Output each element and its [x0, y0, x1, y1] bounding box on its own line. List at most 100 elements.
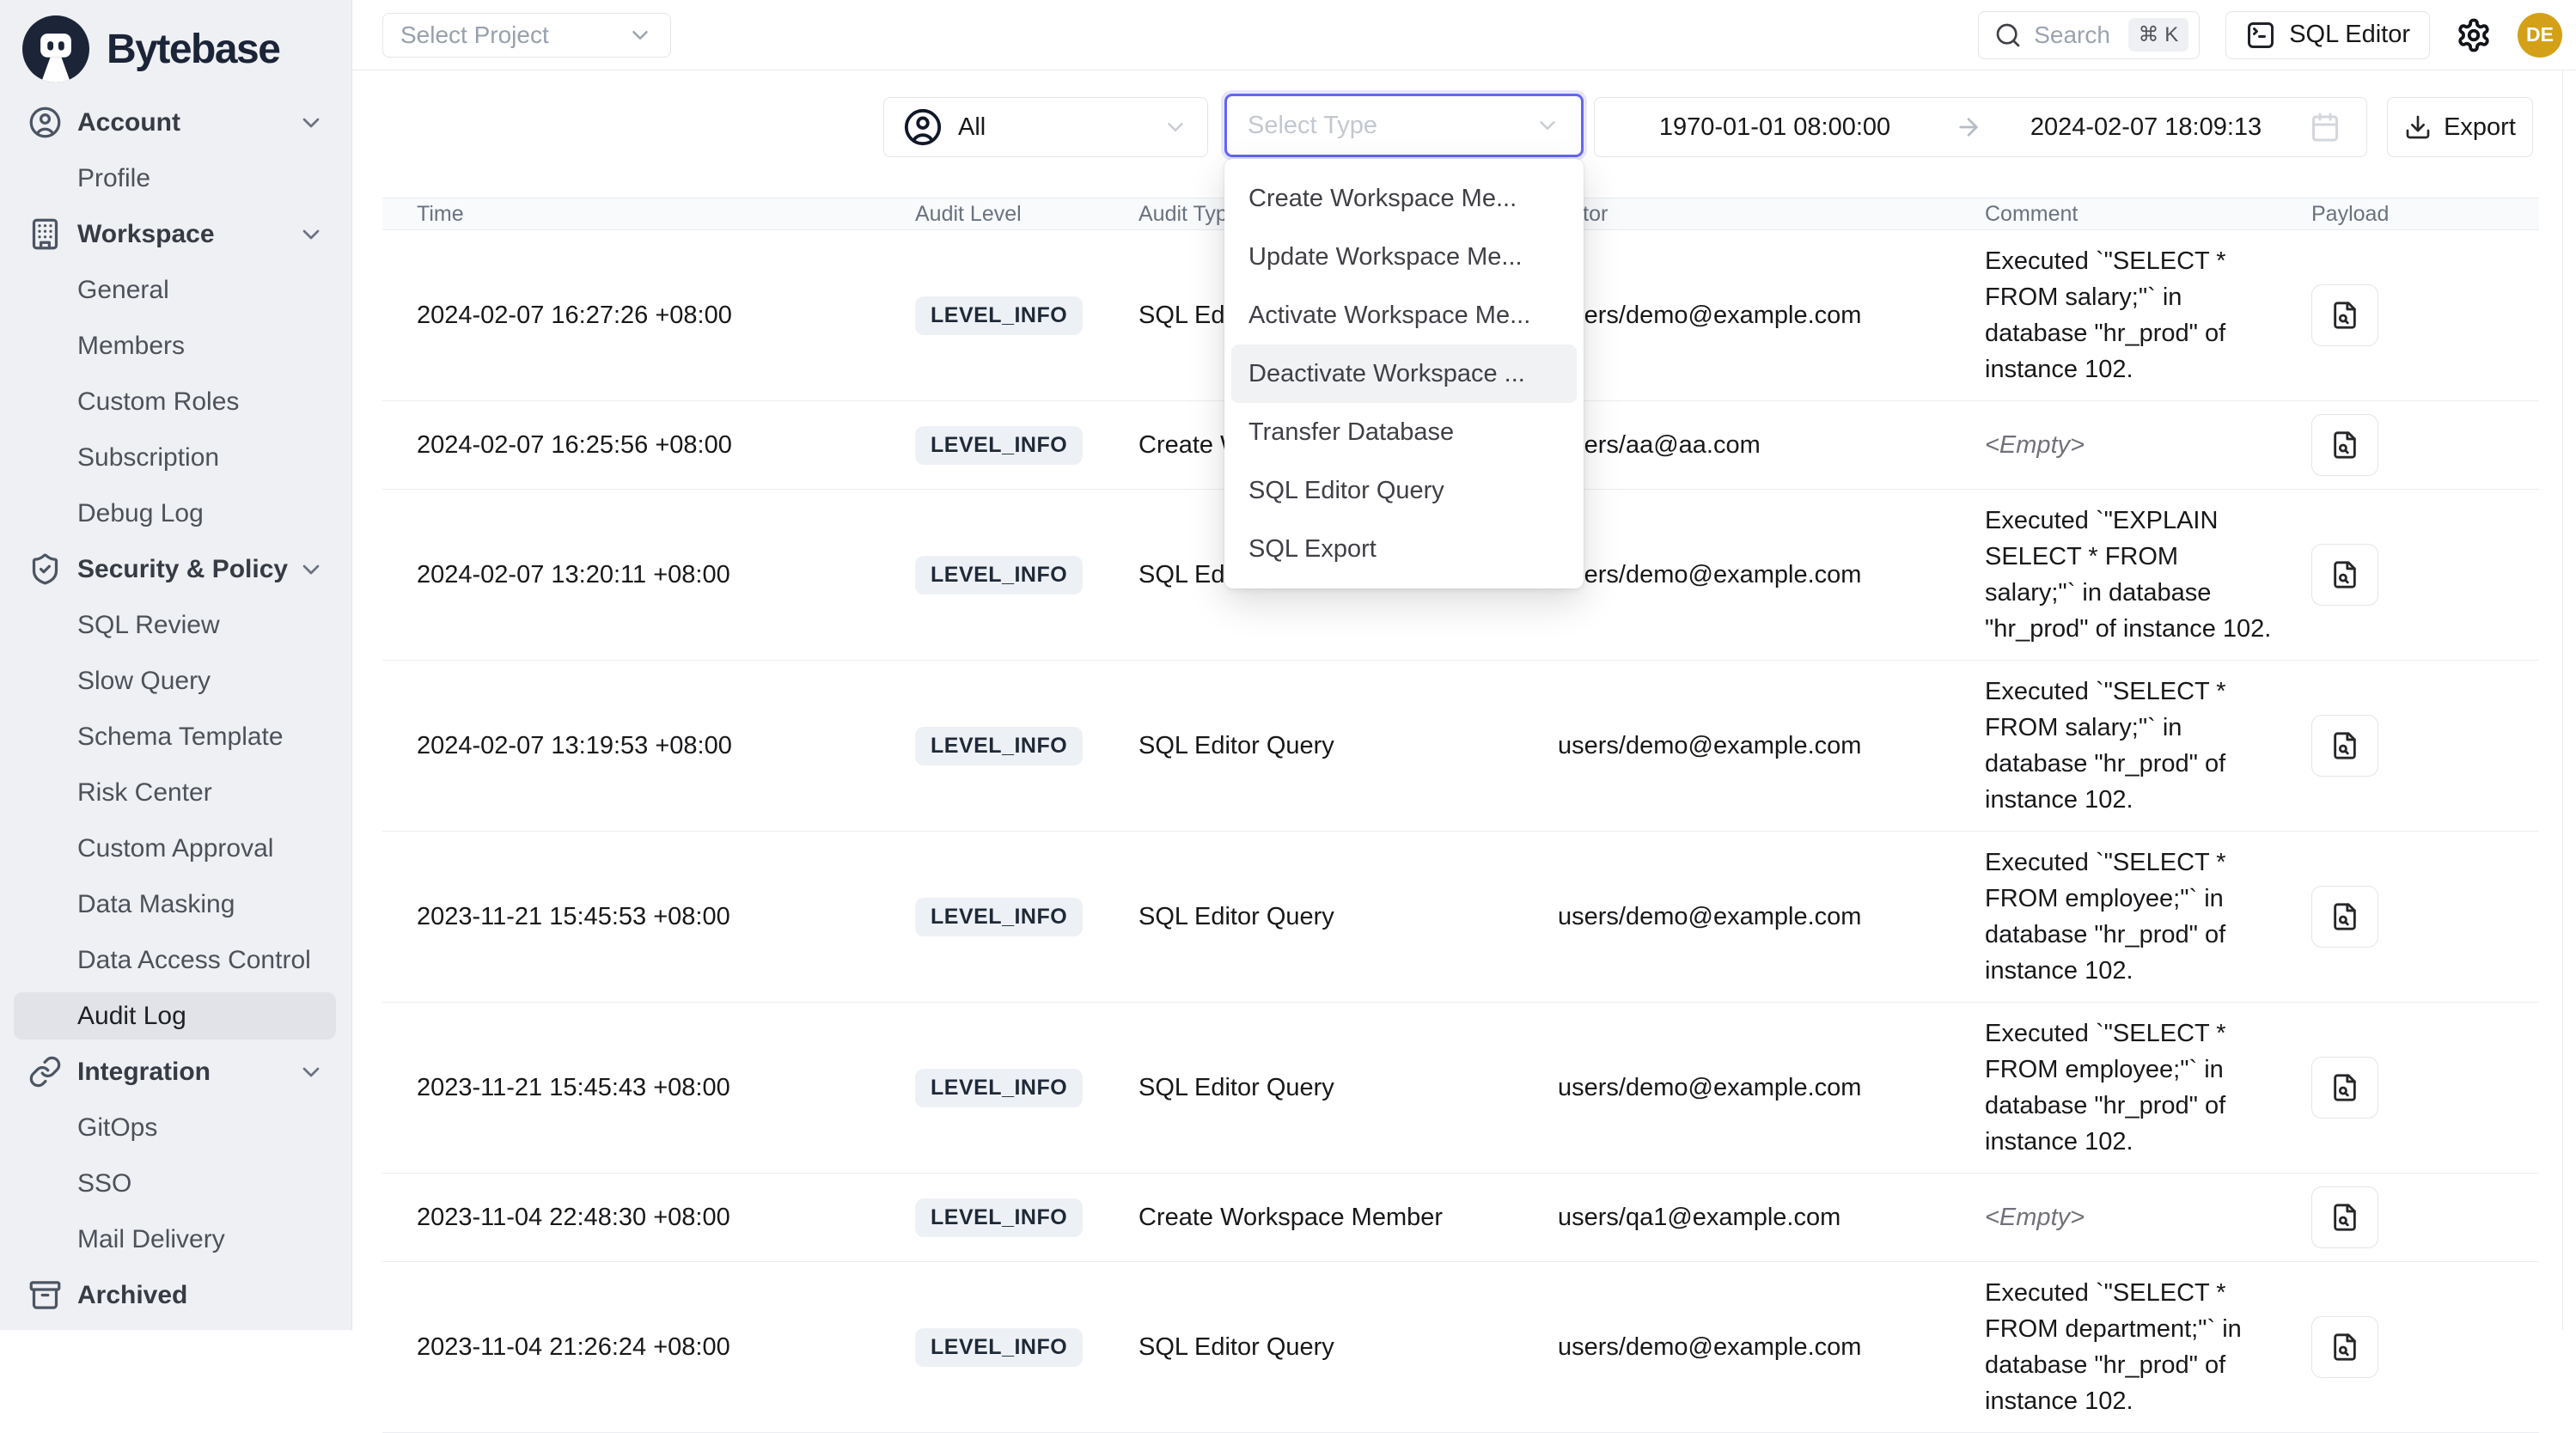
payload-view-button[interactable] [2311, 284, 2378, 346]
sidebar-item-schema-template[interactable]: Schema Template [0, 709, 351, 765]
sidebar-item-account[interactable]: Account [0, 95, 351, 150]
chevron-down-icon[interactable] [297, 221, 325, 248]
sidebar-item-data-access-control[interactable]: Data Access Control [0, 932, 351, 988]
file-search-icon [2330, 430, 2359, 460]
sidebar-item-debug-log[interactable]: Debug Log [0, 485, 351, 541]
menu-item-sql-export[interactable]: SQL Export [1231, 520, 1577, 578]
date-range-picker[interactable]: 1970-01-01 08:00:00 2024-02-07 18:09:13 [1594, 97, 2367, 157]
sidebar-item-gitops[interactable]: GitOps [0, 1100, 351, 1156]
sidebar-item-label: Slow Query [77, 667, 211, 696]
menu-item-transfer-database[interactable]: Transfer Database [1231, 403, 1577, 461]
sidebar-item-custom-approval[interactable]: Custom Approval [0, 820, 351, 876]
brand-logo[interactable]: Bytebase [0, 0, 351, 86]
type-filter-placeholder: Select Type [1248, 112, 1377, 140]
payload-view-button[interactable] [2311, 886, 2378, 948]
sidebar-item-risk-center[interactable]: Risk Center [0, 765, 351, 820]
chevron-down-icon[interactable] [297, 556, 325, 583]
date-from-value[interactable]: 1970-01-01 08:00:00 [1595, 113, 1955, 142]
payload-view-button[interactable] [2311, 544, 2378, 606]
shield-check-icon [28, 552, 62, 586]
sidebar-item-custom-roles[interactable]: Custom Roles [0, 374, 351, 430]
sidebar-item-members[interactable]: Members [0, 318, 351, 374]
cell-payload [2311, 715, 2539, 777]
actor-filter-select[interactable]: All [883, 97, 1208, 157]
gear-icon[interactable] [2456, 17, 2492, 53]
file-search-icon [2330, 560, 2359, 589]
export-button[interactable]: Export [2387, 97, 2533, 157]
user-circle-icon [28, 106, 62, 139]
cell-actor: users/demo@example.com [1558, 561, 1985, 589]
level-badge: LEVEL_INFO [915, 898, 1083, 936]
cell-actor: users/demo@example.com [1558, 1333, 1985, 1362]
cell-audit-level: LEVEL_INFO [915, 727, 1138, 765]
column-header-time: Time [417, 202, 915, 227]
cell-audit-type: SQL Editor Query [1138, 732, 1558, 760]
sidebar-item-subscription[interactable]: Subscription [0, 430, 351, 485]
payload-view-button[interactable] [2311, 1186, 2378, 1248]
sidebar-item-label: Archived [77, 1281, 187, 1310]
project-select-placeholder: Select Project [400, 21, 549, 49]
sidebar-item-audit-log[interactable]: Audit Log [0, 988, 351, 1044]
chevron-down-icon[interactable] [297, 1058, 325, 1086]
menu-item-create-workspace-member[interactable]: Create Workspace Me... [1231, 169, 1577, 228]
download-icon [2404, 113, 2432, 141]
cell-audit-level: LEVEL_INFO [915, 556, 1138, 595]
sidebar-item-mail-delivery[interactable]: Mail Delivery [0, 1211, 351, 1267]
payload-view-button[interactable] [2311, 1057, 2378, 1119]
scrollbar-track[interactable] [2562, 70, 2563, 1330]
menu-item-update-workspace-member[interactable]: Update Workspace Me... [1231, 228, 1577, 286]
project-select[interactable]: Select Project [382, 13, 671, 58]
cell-payload [2311, 1057, 2539, 1119]
terminal-square-icon [2245, 20, 2276, 51]
search-button[interactable]: Search ⌘ K [1978, 11, 2200, 59]
level-badge: LEVEL_INFO [915, 296, 1083, 335]
sidebar-item-label: Audit Log [77, 1002, 186, 1031]
date-to-value[interactable]: 2024-02-07 18:09:13 [1982, 113, 2310, 142]
file-search-icon [2330, 301, 2359, 330]
table-row: 2023-11-04 21:26:24 +08:00 LEVEL_INFO SQ… [382, 1262, 2539, 1433]
sidebar-item-integration[interactable]: Integration [0, 1044, 351, 1100]
topbar: Select Project Search ⌘ K SQL Editor DE [352, 0, 2576, 70]
payload-view-button[interactable] [2311, 414, 2378, 476]
cell-time: 2024-02-07 13:20:11 +08:00 [417, 561, 915, 589]
sidebar-item-profile[interactable]: Profile [0, 150, 351, 206]
menu-item-sql-editor-query[interactable]: SQL Editor Query [1231, 461, 1577, 520]
payload-view-button[interactable] [2311, 715, 2378, 777]
cell-actor: users/demo@example.com [1558, 1074, 1985, 1102]
sidebar-item-label: Mail Delivery [77, 1225, 225, 1254]
avatar[interactable]: DE [2518, 13, 2562, 58]
page-body: All Select Type 1970-01-01 08:00:00 2024… [352, 70, 2576, 1330]
sidebar-item-archived[interactable]: Archived [0, 1267, 351, 1323]
file-search-icon [2330, 731, 2359, 760]
sidebar-item-label: Account [77, 108, 180, 137]
type-filter-select[interactable]: Select Type [1224, 94, 1584, 157]
sidebar-item-label: SSO [77, 1169, 131, 1198]
column-header-comment: Comment [1985, 202, 2311, 227]
level-badge: LEVEL_INFO [915, 1328, 1083, 1367]
chevron-down-icon[interactable] [297, 109, 325, 137]
calendar-icon[interactable] [2310, 112, 2341, 143]
sidebar-item-sso[interactable]: SSO [0, 1156, 351, 1211]
main-area: Select Project Search ⌘ K SQL Editor DE [352, 0, 2576, 1330]
sidebar-item-sql-review[interactable]: SQL Review [0, 597, 351, 653]
cell-audit-level: LEVEL_INFO [915, 1198, 1138, 1237]
sql-editor-button[interactable]: SQL Editor [2225, 11, 2430, 59]
sidebar-item-data-masking[interactable]: Data Masking [0, 876, 351, 932]
table-row: 2023-11-04 22:48:30 +08:00 LEVEL_INFO Cr… [382, 1174, 2539, 1262]
sidebar-item-label: Security & Policy [77, 555, 288, 584]
cell-comment: Executed `"SELECT * FROM employee;"` in … [1985, 845, 2311, 989]
sidebar-item-general[interactable]: General [0, 262, 351, 318]
cell-time: 2024-02-07 16:27:26 +08:00 [417, 302, 915, 330]
level-badge: LEVEL_INFO [915, 727, 1083, 765]
sql-editor-label: SQL Editor [2289, 21, 2410, 49]
menu-item-activate-workspace-member[interactable]: Activate Workspace Me... [1231, 286, 1577, 345]
sidebar-item-workspace[interactable]: Workspace [0, 206, 351, 262]
menu-item-deactivate-workspace-member[interactable]: Deactivate Workspace ... [1231, 345, 1577, 403]
cell-audit-type: SQL Editor Query [1138, 903, 1558, 931]
sidebar-item-label: Risk Center [77, 778, 212, 808]
cell-actor: users/demo@example.com [1558, 302, 1985, 330]
sidebar-item-security-policy[interactable]: Security & Policy [0, 541, 351, 597]
payload-view-button[interactable] [2311, 1316, 2378, 1378]
sidebar-item-slow-query[interactable]: Slow Query [0, 653, 351, 709]
chevron-down-icon [1163, 114, 1188, 140]
